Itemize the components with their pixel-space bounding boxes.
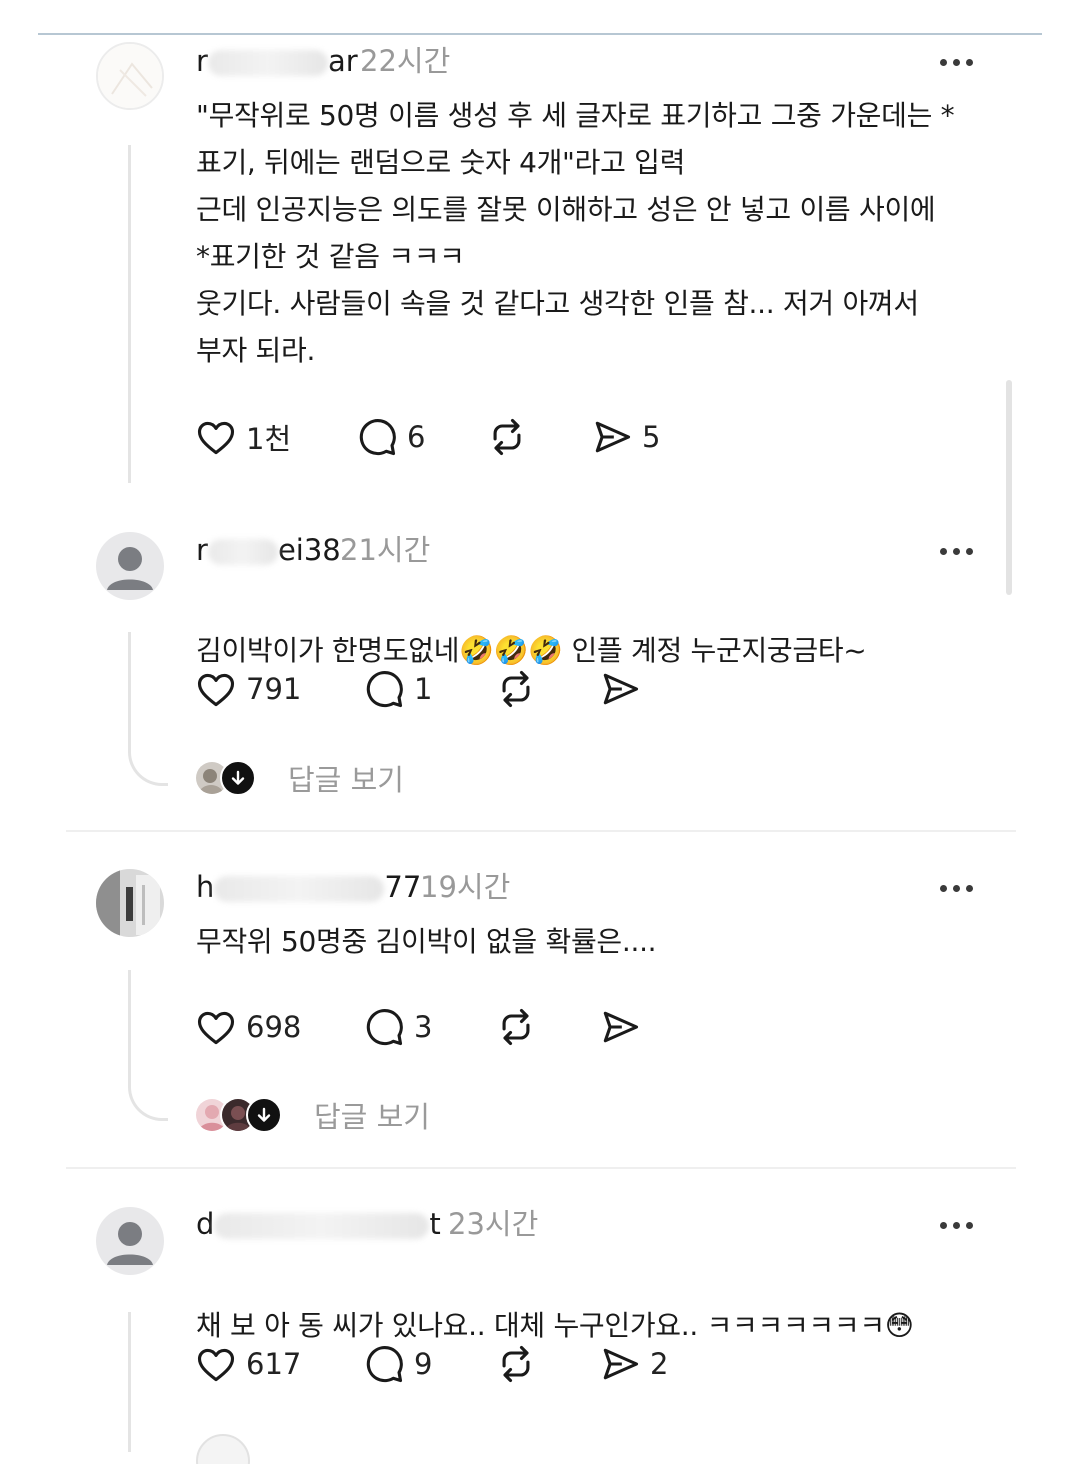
top-border — [38, 33, 1042, 35]
thread-line — [128, 632, 131, 747]
arrow-down-icon — [220, 760, 256, 796]
repost-button[interactable] — [494, 1340, 538, 1388]
reply-button[interactable]: 1 — [362, 665, 432, 713]
more-dots-icon[interactable] — [936, 878, 976, 898]
send-icon — [603, 673, 639, 705]
reply-button[interactable]: 3 — [362, 1003, 432, 1051]
repost-button[interactable] — [485, 413, 529, 461]
comment-text: 채 보 아 동 씨가 있나요.. 대체 누구인가요.. ㅋㅋㅋㅋㅋㅋㅋ😳 — [196, 1255, 996, 1349]
share-button[interactable] — [598, 665, 642, 713]
heart-icon — [197, 1011, 235, 1045]
comment-text-part: 채 보 아 동 씨가 있나요.. 대체 누구인가요.. ㅋㅋㅋㅋㅋㅋㅋ — [196, 1309, 885, 1342]
comment-text: 무작위 50명중 김이박이 없을 확률은.... — [196, 925, 657, 958]
flushed-emoji: 😳 — [884, 1309, 914, 1342]
repost-icon — [502, 1008, 530, 1046]
heart-icon — [197, 1348, 235, 1382]
share-button[interactable]: 5 — [590, 413, 660, 461]
like-button[interactable]: 1천 — [194, 413, 291, 461]
username-start: r — [196, 533, 208, 567]
arrow-down-icon — [246, 1097, 282, 1133]
share-count: 2 — [650, 1347, 669, 1381]
repost-button[interactable] — [494, 665, 538, 713]
username[interactable]: r ar — [196, 42, 358, 80]
send-icon — [595, 421, 631, 453]
thread-line — [128, 1312, 131, 1452]
more-dots-icon[interactable] — [936, 52, 976, 72]
default-avatar-icon[interactable] — [96, 1207, 164, 1275]
share-button[interactable] — [598, 1003, 642, 1051]
like-count: 1천 — [246, 422, 292, 456]
comment-bubble-icon — [359, 419, 396, 456]
view-replies-button[interactable]: 답글 보기 — [194, 756, 404, 800]
reply-button[interactable]: 6 — [355, 413, 425, 461]
heart-icon — [197, 421, 235, 455]
thread-line-hook — [128, 1081, 168, 1121]
share-button[interactable]: 2 — [598, 1340, 668, 1388]
username[interactable]: dt — [196, 1205, 441, 1243]
username-blur — [207, 50, 328, 76]
repost-icon — [502, 670, 530, 708]
username[interactable]: h 77 — [196, 868, 421, 906]
view-replies-label: 답글 보기 — [288, 763, 404, 797]
comment-text-part: 김이박이가 한명도없네 — [196, 634, 460, 667]
repost-icon — [502, 1345, 530, 1383]
reply-button[interactable]: 9 — [362, 1340, 432, 1388]
comment-divider — [66, 1167, 1016, 1169]
like-count: 617 — [246, 1347, 302, 1381]
view-replies-label: 답글 보기 — [314, 1100, 430, 1134]
scrollbar-thumb[interactable] — [1006, 380, 1012, 595]
like-button[interactable]: 791 — [194, 665, 301, 713]
like-button[interactable]: 698 — [194, 1003, 301, 1051]
timestamp: 23시간 — [448, 1207, 539, 1241]
timestamp: 19시간 — [420, 870, 511, 904]
comment-text-part: 인플 계정 누군지궁금타~ — [562, 634, 867, 667]
repost-button[interactable] — [494, 1003, 538, 1051]
thread-line — [128, 970, 131, 1082]
username-end: ei38 — [277, 533, 341, 567]
reply-count: 6 — [407, 420, 426, 454]
username-end: t — [429, 1207, 441, 1241]
thread-line-hook — [128, 746, 168, 786]
more-dots-icon[interactable] — [936, 1215, 976, 1235]
username-end: 77 — [384, 870, 422, 904]
username-blur — [214, 1213, 430, 1239]
heart-icon — [197, 673, 235, 707]
username[interactable]: r ei38 — [196, 531, 341, 569]
like-count: 791 — [246, 672, 302, 706]
like-button[interactable]: 617 — [194, 1340, 301, 1388]
comment-bubble-icon — [366, 1009, 403, 1046]
username-end: ar — [327, 44, 358, 78]
username-start: h — [196, 870, 215, 904]
faded-avatar-icon[interactable] — [96, 42, 164, 110]
comment-text: 김이박이가 한명도없네🤣🤣🤣 인플 계정 누군지궁금타~ — [196, 580, 996, 674]
more-dots-icon[interactable] — [936, 541, 976, 561]
comment-bubble-icon — [366, 671, 403, 708]
username-blur — [214, 876, 385, 902]
comment-bubble-icon — [366, 1346, 403, 1383]
view-replies-button[interactable]: 답글 보기 — [194, 1093, 430, 1137]
reply-count: 9 — [414, 1347, 433, 1381]
timestamp: 22시간 — [360, 44, 451, 78]
like-count: 698 — [246, 1010, 302, 1044]
photo-avatar-icon[interactable] — [96, 869, 164, 937]
send-icon — [603, 1011, 639, 1043]
repost-icon — [493, 418, 521, 456]
thread-line — [128, 145, 131, 483]
timestamp: 21시간 — [340, 533, 431, 567]
laughing-emoji: 🤣🤣🤣 — [459, 634, 563, 667]
next-comment-avatar — [196, 1434, 250, 1464]
send-icon — [603, 1348, 639, 1380]
reply-count: 3 — [414, 1010, 433, 1044]
default-avatar-icon[interactable] — [96, 532, 164, 600]
comment-divider — [66, 830, 1016, 832]
username-blur — [207, 539, 278, 565]
share-count: 5 — [642, 420, 661, 454]
username-start: d — [196, 1207, 215, 1241]
username-start: r — [196, 44, 208, 78]
reply-count: 1 — [414, 672, 433, 706]
comment-text: "무작위로 50명 이름 생성 후 세 글자로 표기하고 그중 가운데는 * 표… — [196, 99, 955, 367]
